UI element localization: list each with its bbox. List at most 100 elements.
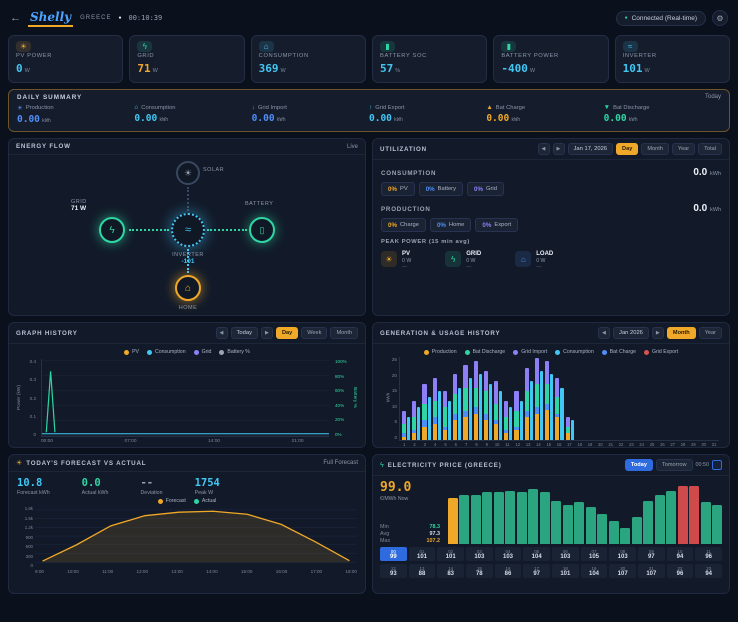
inverter-node[interactable]: ≈ [171,213,205,247]
x-tick: 1 [399,442,409,447]
stat-card-value: 369W [259,59,358,77]
min-label: Min [380,524,389,530]
price-bar [528,489,538,544]
price-bar [459,495,469,544]
x-tick: 31 [709,442,719,447]
graph-history-title: GRAPH HISTORY [16,330,78,337]
settings-button[interactable]: ⚙ [712,10,728,26]
generation-history-ranges: MonthYear [667,327,722,339]
daily-summary-item: ▲Bat Charge0.00kWh [486,104,603,125]
avg-value: 97.3 [430,531,441,537]
price-min-avg-max: Min78.3 Avg97.3 Max107.2 [380,523,440,544]
x-tick: 6 [451,442,461,447]
date-picker[interactable]: Today [231,327,258,339]
solar-label-block: SOLAR [203,167,224,173]
generation-day-bar [463,357,471,440]
status-dot-icon: ● [625,15,628,21]
back-button[interactable]: ← [10,12,21,24]
graph-history-panel: GRAPH HISTORY ◀ Today ▶ DayWeekMonth PVC… [8,322,366,448]
solar-node[interactable]: ☀ [176,161,200,185]
full-forecast-link[interactable]: Full Forecast [323,460,358,466]
price-bar [655,495,665,544]
range-button-day[interactable]: Day [616,143,638,155]
stat-card: ▮BATTERY SOC57% [372,35,487,83]
price-cell: 06103 [552,547,579,561]
grid-node[interactable]: ϟ [99,217,125,243]
price-table: 0099011010210103103041030510406103071050… [380,547,722,578]
x-tick: 8 [471,442,481,447]
price-bar [701,502,711,544]
grid-connector [129,229,169,231]
y-tick: 300 [17,554,33,559]
y-axis-left-label: Power (kW) [17,385,22,410]
range-button-today[interactable]: Today [625,459,653,471]
range-button-tomorrow[interactable]: Tomorrow [656,459,693,471]
pin-toggle[interactable] [712,460,722,470]
min-value: 78.3 [430,524,441,530]
price-bar [678,486,688,544]
legend-item: Grid Export [644,349,678,355]
y-axis-right-ticks: 100%80%60%40%20%0% [335,359,349,437]
production-value: 0.0 [693,203,707,214]
daily-summary-items: ☀Production0.00kWh⌂Consumption0.00kWh↓Gr… [9,103,729,131]
x-tick: 12:00 [137,569,149,574]
generation-day-bar [606,357,614,440]
generation-day-bar [566,357,574,440]
next-date-button[interactable]: ▶ [652,327,664,339]
next-date-button[interactable]: ▶ [261,327,273,339]
price-cell: 0099 [380,547,407,561]
max-label: Max [380,538,390,544]
generation-day-bar [586,357,594,440]
price-bar [620,528,630,544]
date-picker[interactable]: Jan 2026 [613,327,649,339]
prev-date-button[interactable]: ◀ [538,143,550,155]
next-date-button[interactable]: ▶ [553,143,565,155]
y-tick: 80% [335,374,349,379]
x-tick: 13:00 [171,569,183,574]
price-bar [448,498,458,544]
x-tick: 25 [647,442,657,447]
range-button-month[interactable]: Month [641,143,669,155]
range-button-total[interactable]: Total [698,143,722,155]
x-tick: 14:00 [206,569,218,574]
battery-label-block: BATTERY [245,201,273,207]
x-tick: 23 [626,442,636,447]
range-button-year[interactable]: Year [699,327,722,339]
range-button-month[interactable]: Month [667,327,696,339]
connection-badge[interactable]: ● Connected (Real-time) [616,11,706,26]
sun-icon: ☀ [184,168,192,179]
generation-bars [400,357,719,440]
range-button-month[interactable]: Month [330,327,358,339]
battery-node[interactable]: ▯ [249,217,275,243]
generation-day-bar [555,357,563,440]
range-button-week[interactable]: Week [301,327,327,339]
generation-day-bar [422,357,430,440]
y-tick: 60% [335,388,349,393]
date-picker[interactable]: Jan 17, 2026 [568,143,614,155]
production-chips: 0%Charge0%Home0%Export [381,218,721,232]
generation-day-bar [709,357,717,440]
price-cell: 1483 [437,564,464,578]
generation-day-bar [535,357,543,440]
x-tick: 11:00 [102,569,113,574]
utilization-panel: UTILIZATION ◀ ▶ Jan 17, 2026 DayMonthYea… [372,138,730,316]
prev-date-button[interactable]: ◀ [216,327,228,339]
y-tick: 0.2 [23,396,36,401]
y-tick: 5 [382,419,397,424]
battery-connector [207,229,247,231]
price-cell: 18101 [552,564,579,578]
stat-card-value: 101W [623,59,722,77]
legend-item: Bat Discharge [465,349,506,355]
solar-label: SOLAR [203,167,224,173]
battery-icon: ▮ [501,41,516,52]
y-tick: 0 [382,435,397,440]
home-node[interactable]: ⌂ [175,275,201,301]
x-tick: 07:00 [125,439,137,444]
forecast-legend: ForecastActual [17,498,357,504]
range-button-day[interactable]: Day [276,327,298,339]
range-button-year[interactable]: Year [672,143,695,155]
plot-area [41,359,329,437]
x-tick: 17:00 [311,569,323,574]
prev-date-button[interactable]: ◀ [598,327,610,339]
y-tick: 1.8k [17,506,33,511]
